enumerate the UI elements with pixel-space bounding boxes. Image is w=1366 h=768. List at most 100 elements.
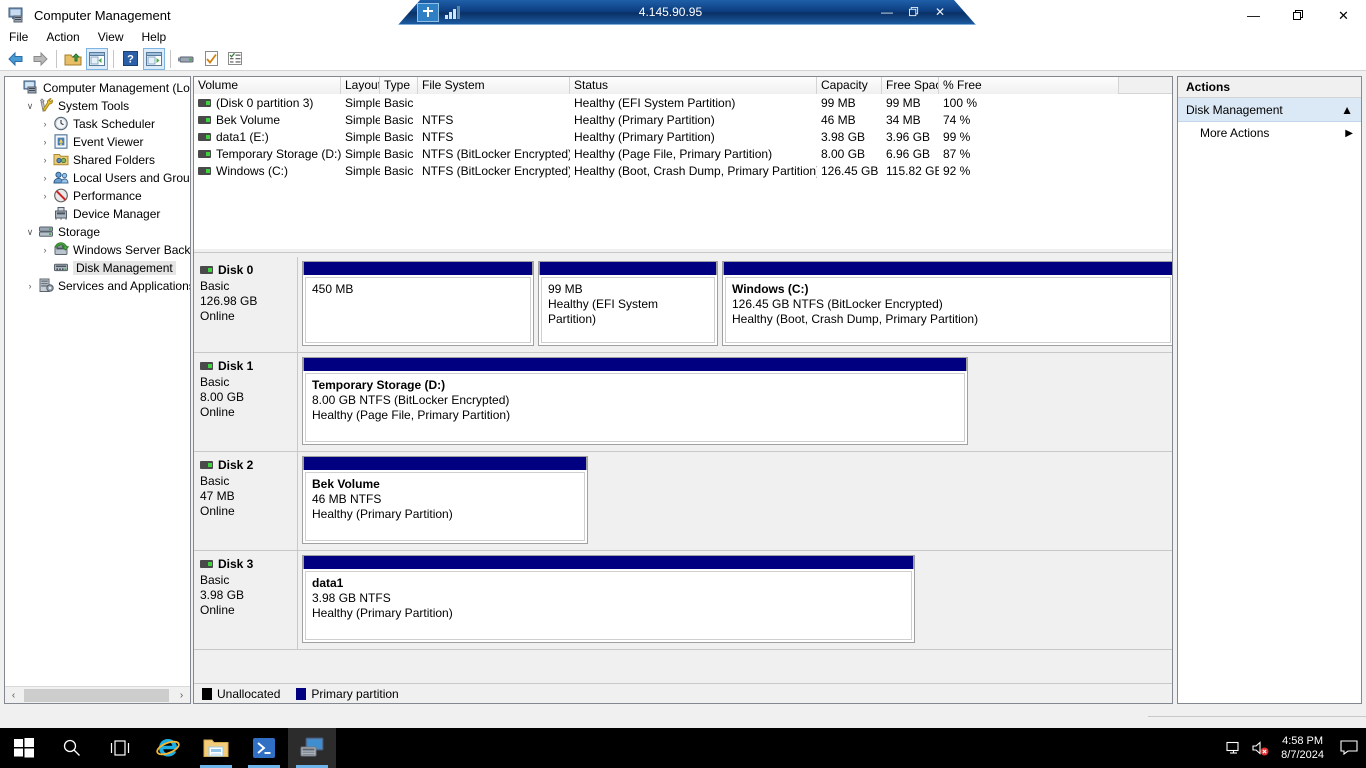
console-tree: Computer Management (Local ∨ System Tools ›… <box>5 77 190 295</box>
console-tree-icon[interactable] <box>86 47 108 70</box>
column-header-capacity[interactable]: Capacity <box>817 77 882 94</box>
volume-row[interactable]: Bek Volume Simple Basic NTFS Healthy (Primar… <box>194 111 1172 128</box>
file-explorer-button[interactable] <box>192 728 240 768</box>
volume-name-label: Bek Volume <box>216 112 281 127</box>
scroll-thumb[interactable] <box>24 688 169 702</box>
partition-capacity-bar <box>303 456 587 470</box>
forward-button[interactable] <box>29 48 51 70</box>
rdp-minimize-button[interactable]: — <box>881 5 893 19</box>
volume-disk-icon <box>198 116 211 125</box>
partition-capacity-bar <box>723 261 1172 275</box>
tree-item-shared-folders[interactable]: › Shared Folders <box>7 151 190 169</box>
tree-item-storage[interactable]: ∨ Storage <box>7 223 190 241</box>
chevron-right-icon[interactable]: › <box>37 119 53 129</box>
actions-group-label: Disk Management <box>1186 102 1283 117</box>
partition-block[interactable]: data1 3.98 GB NTFS Healthy (Primary Partit… <box>302 555 915 643</box>
question-mark-icon[interactable]: ? <box>119 48 141 70</box>
system-tools-icon <box>38 98 55 114</box>
task-view-button[interactable] <box>96 728 144 768</box>
tree-horizontal-scrollbar[interactable]: ‹ › <box>5 686 190 703</box>
chevron-down-icon[interactable]: ∨ <box>22 227 38 238</box>
partition-block[interactable]: Bek Volume 46 MB NTFS Healthy (Primary Par… <box>302 456 588 544</box>
disk-info-panel[interactable]: Disk 1 Basic 8.00 GB Online <box>194 353 298 451</box>
chevron-right-icon[interactable]: › <box>37 137 53 147</box>
clock[interactable]: 4:58 PM 8/7/2024 <box>1273 734 1332 762</box>
tree-item-local-users-and-groups[interactable]: › Local Users and Groups <box>7 169 191 187</box>
volume-cell-capacity: 99 MB <box>821 95 856 110</box>
column-header-free-space[interactable]: Free Space <box>882 77 939 94</box>
partition-block[interactable]: 450 MB <box>302 261 534 346</box>
column-header-type[interactable]: Type <box>380 77 418 94</box>
chevron-right-icon[interactable]: › <box>37 191 53 201</box>
powershell-button[interactable] <box>240 728 288 768</box>
disk-info-panel[interactable]: Disk 3 Basic 3.98 GB Online <box>194 551 298 649</box>
rdp-restore-button[interactable] <box>909 7 919 17</box>
tree-item-services-and-applications[interactable]: › Services and Applications <box>7 277 190 295</box>
menu-view[interactable]: View <box>89 28 133 46</box>
partition-block[interactable]: Temporary Storage (D:) 8.00 GB NTFS (BitL… <box>302 357 968 445</box>
column-header-free[interactable]: % Free <box>939 77 1119 94</box>
disk-info-panel[interactable]: Disk 0 Basic 126.98 GB Online <box>194 257 298 352</box>
partition-block[interactable]: Windows (C:) 126.45 GB NTFS (BitLocker En… <box>722 261 1172 346</box>
scroll-left-arrow[interactable]: ‹ <box>5 687 22 704</box>
graphical-view: Disk 0 Basic 126.98 GB Online 450 MB 99 MB Hea… <box>194 257 1172 683</box>
rdp-close-button[interactable]: ✕ <box>935 5 945 19</box>
list-view-icon[interactable] <box>224 48 246 70</box>
volume-cell-capacity: 126.45 GB <box>821 163 879 178</box>
volume-row[interactable]: (Disk 0 partition 3) Simple Basic Healthy (… <box>194 94 1172 111</box>
chevron-right-icon[interactable]: › <box>22 281 38 291</box>
volume-row[interactable]: Windows (C:) Simple Basic NTFS (BitLocker E… <box>194 162 1172 179</box>
start-button[interactable] <box>0 728 48 768</box>
tree-item-device-manager[interactable]: Device Manager <box>7 205 190 223</box>
chevron-right-icon[interactable]: › <box>37 155 53 165</box>
tree-item-label: Local Users and Groups <box>73 171 191 185</box>
tree-item-task-scheduler[interactable]: › Task Scheduler <box>7 115 190 133</box>
volume-muted-icon[interactable] <box>1247 728 1273 768</box>
menu-action[interactable]: Action <box>37 28 88 46</box>
action-center-icon[interactable] <box>1332 728 1366 768</box>
volume-list: Volume Layout Type File System Status Capacit… <box>194 77 1172 249</box>
tree-item-disk-management[interactable]: Disk Management <box>7 259 190 277</box>
disk-refresh-icon[interactable] <box>176 48 198 70</box>
tree-item-label: Disk Management <box>73 261 176 275</box>
partition-capacity-bar <box>303 357 967 371</box>
column-header-layout[interactable]: Layout <box>341 77 380 94</box>
disk-info-panel[interactable]: Disk 2 Basic 47 MB Online <box>194 452 298 550</box>
tree-item-system-tools[interactable]: ∨ System Tools <box>7 97 190 115</box>
column-header-volume[interactable]: Volume <box>194 77 341 94</box>
tree-item-windows-server-backup[interactable]: › Windows Server Backup <box>7 241 190 259</box>
disk-size-label: 47 MB <box>200 489 235 503</box>
actions-group-disk-management[interactable]: Disk Management ▲ <box>1178 98 1361 122</box>
scroll-track[interactable] <box>22 686 173 703</box>
tree-item-event-viewer[interactable]: › Event Viewer <box>7 133 190 151</box>
scroll-right-arrow[interactable]: › <box>173 687 190 704</box>
legend: Unallocated Primary partition <box>194 683 1172 703</box>
volume-row[interactable]: data1 (E:) Simple Basic NTFS Healthy (Primar… <box>194 128 1172 145</box>
pin-icon[interactable] <box>417 3 439 22</box>
volume-cell-percent-free: 87 % <box>943 146 971 161</box>
menu-file[interactable]: File <box>0 28 37 46</box>
legend-swatch <box>202 687 212 700</box>
partition-block[interactable]: 99 MB Healthy (EFI System Partition) <box>538 261 718 346</box>
remote-desktop-button[interactable] <box>288 728 336 768</box>
volume-row[interactable]: Temporary Storage (D:) Simple Basic NTFS (B… <box>194 145 1172 162</box>
actions-item-more-actions[interactable]: More Actions ▶ <box>1178 122 1361 144</box>
tree-item-computer-management-local[interactable]: Computer Management (Local <box>7 79 190 97</box>
tree-item-performance[interactable]: › Performance <box>7 187 190 205</box>
folder-up-icon[interactable] <box>62 48 84 70</box>
properties-check-icon[interactable] <box>200 48 222 70</box>
internet-explorer-button[interactable] <box>144 728 192 768</box>
chevron-right-icon[interactable]: › <box>37 173 53 183</box>
chevron-right-icon[interactable]: › <box>37 245 53 255</box>
search-button[interactable] <box>48 728 96 768</box>
pane-splitter[interactable] <box>194 249 1172 257</box>
chevron-down-icon[interactable]: ∨ <box>22 101 38 112</box>
column-header-status[interactable]: Status <box>570 77 817 94</box>
tree-item-label: Device Manager <box>73 207 161 221</box>
network-icon[interactable] <box>1221 728 1247 768</box>
column-header-file-system[interactable]: File System <box>418 77 570 94</box>
action-pane-icon[interactable] <box>143 47 165 70</box>
menu-help[interactable]: Help <box>133 28 176 46</box>
back-button[interactable] <box>5 48 27 70</box>
chevron-up-icon[interactable]: ▲ <box>1341 103 1353 117</box>
